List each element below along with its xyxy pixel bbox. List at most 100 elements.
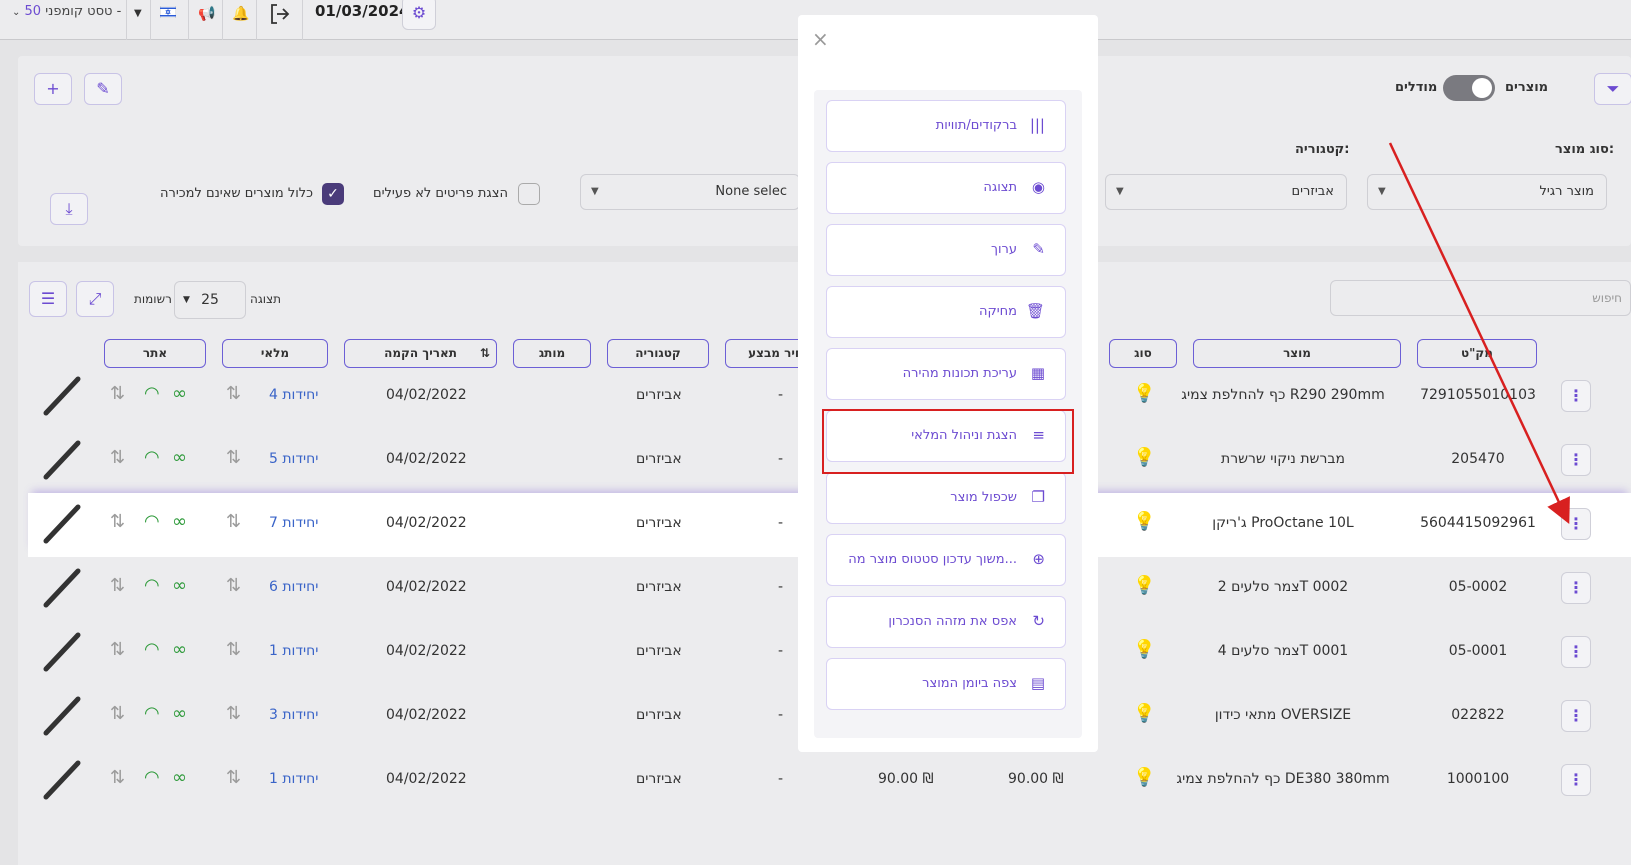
chevron-down-icon: ⌄ [12, 7, 21, 18]
sync-arrows-icon[interactable]: ⇅ [110, 767, 125, 788]
created-date-value: 04/02/2022 [386, 579, 467, 595]
brand-select[interactable]: ▼ None selec [580, 174, 800, 210]
product-name[interactable]: צמר סלעים 2T 0002 [1168, 579, 1398, 595]
rss-icon[interactable]: ◠ [144, 575, 160, 596]
row-actions-button[interactable]: ⋮ [1561, 636, 1591, 668]
stock-value[interactable]: 1 יחידות [269, 771, 318, 787]
sync-arrows-icon[interactable]: ⇅ [110, 639, 125, 660]
column-header-product[interactable]: מוצר [1193, 339, 1401, 368]
sort-icon[interactable]: ⇅ [480, 340, 490, 367]
sync-arrows-icon[interactable]: ⇅ [226, 639, 241, 660]
column-header-brand[interactable]: מותג [513, 339, 591, 368]
sync-arrows-icon[interactable]: ⇅ [110, 511, 125, 532]
link-icon[interactable]: ∞ [172, 575, 187, 596]
caret-down-icon[interactable]: ▼ [134, 8, 142, 19]
product-name[interactable]: ג'ריקן ProOctane 10L [1168, 515, 1398, 531]
export-button[interactable]: ⤓ [50, 193, 88, 225]
divider [256, 0, 257, 40]
add-button[interactable]: + [34, 73, 72, 105]
row-actions-button[interactable]: ⋮ [1561, 572, 1591, 604]
sync-arrows-icon[interactable]: ⇅ [226, 383, 241, 404]
column-header-category[interactable]: קטגוריה [607, 339, 709, 368]
menu-item-reset-sync[interactable]: ↻ אפס את מזהה הסנכרון [826, 596, 1066, 648]
edit-button[interactable]: ✎ [84, 73, 122, 105]
divider [126, 0, 127, 40]
sync-arrows-icon[interactable]: ⇅ [226, 767, 241, 788]
column-header-site[interactable]: אתר [104, 339, 206, 368]
column-header-type[interactable]: סוג [1109, 339, 1177, 368]
show-inactive-checkbox[interactable] [518, 183, 540, 205]
menu-item-product-log[interactable]: ▤ צפה ביומן המוצר [826, 658, 1066, 710]
filter-button[interactable]: ⏷ [1594, 73, 1631, 105]
company-selector[interactable]: ⌄ 50 טסט קומפני - [12, 4, 121, 19]
category-value: אביזרים [636, 451, 682, 467]
menu-item-quick-edit[interactable]: ▦ עריכת תכונות מהירה [826, 348, 1066, 400]
product-thumbnail [38, 627, 88, 677]
sync-arrows-icon[interactable]: ⇅ [226, 575, 241, 596]
link-icon[interactable]: ∞ [172, 447, 187, 468]
link-icon[interactable]: ∞ [172, 703, 187, 724]
row-actions-button[interactable]: ⋮ [1561, 700, 1591, 732]
row-actions-button[interactable]: ⋮ [1561, 764, 1591, 796]
menu-item-pull-status[interactable]: ⊕ משוך עדכון סטטוס מוצר מה... [826, 534, 1066, 586]
column-list-button[interactable]: ☰ [29, 281, 67, 317]
link-icon[interactable]: ∞ [172, 383, 187, 404]
category-select[interactable]: ▼ אביזרים [1105, 174, 1347, 210]
link-icon[interactable]: ∞ [172, 767, 187, 788]
sync-arrows-icon[interactable]: ⇅ [226, 511, 241, 532]
sync-arrows-icon[interactable]: ⇅ [110, 703, 125, 724]
menu-item-edit[interactable]: ✎ ערוך [826, 224, 1066, 276]
rss-icon[interactable]: ◠ [144, 511, 160, 532]
link-icon[interactable]: ∞ [172, 639, 187, 660]
product-name[interactable]: כף להחלפת צמיג R290 290mm [1168, 387, 1398, 403]
stock-value[interactable]: 7 יחידות [269, 515, 318, 531]
document-icon: ▤ [1030, 674, 1045, 692]
rss-icon[interactable]: ◠ [144, 447, 160, 468]
column-header-stock[interactable]: מלאי [222, 339, 328, 368]
israel-flag-icon[interactable] [159, 5, 177, 22]
include-not-for-sale-checkbox[interactable]: ✓ [322, 183, 344, 205]
sync-arrows-icon[interactable]: ⇅ [110, 575, 125, 596]
page-size-select[interactable]: ▼ 25 [174, 281, 246, 319]
rss-icon[interactable]: ◠ [144, 703, 160, 724]
stock-value[interactable]: 4 יחידות [269, 387, 318, 403]
menu-item-view[interactable]: ◉ תצוגה [826, 162, 1066, 214]
megaphone-icon[interactable]: 📢 [198, 6, 215, 22]
sku-value: 05-0002 [1448, 579, 1508, 595]
product-name[interactable]: מברשת ניקוי שרשרת [1168, 451, 1398, 467]
rss-icon[interactable]: ◠ [144, 767, 160, 788]
products-models-toggle[interactable] [1443, 75, 1495, 101]
menu-item-delete[interactable]: 🗑 מחיקה [826, 286, 1066, 338]
close-icon[interactable]: × [812, 27, 829, 51]
product-name[interactable]: צמר סלעים 4T 0001 [1168, 643, 1398, 659]
sync-arrows-icon[interactable]: ⇅ [110, 447, 125, 468]
bell-icon[interactable]: 🔔 [232, 6, 249, 22]
more-vertical-icon: ⋮ [1568, 642, 1584, 661]
current-date: 01/03/2024 [315, 2, 410, 20]
rss-icon[interactable]: ◠ [144, 383, 160, 404]
sale-price-value: - [778, 771, 784, 787]
sale-price-value: - [778, 707, 784, 723]
product-thumbnail [38, 435, 88, 485]
stock-value[interactable]: 6 יחידות [269, 579, 318, 595]
sync-arrows-icon[interactable]: ⇅ [110, 383, 125, 404]
product-name[interactable]: מתאי כידון OVERSIZE [1168, 707, 1398, 723]
rss-icon[interactable]: ◠ [144, 639, 160, 660]
table-row[interactable]: ∞ ◠ ⇅ 1 יחידות ⇅ 04/02/2022 אביזרים - 90.00 ₪ 90.… [28, 749, 1631, 813]
trash-icon: 🗑 [1025, 302, 1045, 320]
product-thumbnail [38, 371, 88, 421]
link-icon[interactable]: ∞ [172, 511, 187, 532]
column-header-created-date[interactable]: תאריך הקמה ⇅ [344, 339, 497, 368]
expand-button[interactable]: ⤢ [76, 281, 114, 317]
menu-item-barcodes[interactable]: ||| ברקודים/תוויות [826, 100, 1066, 152]
stock-value[interactable]: 3 יחידות [269, 707, 318, 723]
menu-item-duplicate[interactable]: ❐ שכפול מוצר [826, 472, 1066, 524]
stock-value[interactable]: 5 יחידות [269, 451, 318, 467]
logout-icon[interactable] [268, 2, 292, 30]
more-vertical-icon: ⋮ [1568, 578, 1584, 597]
sync-arrows-icon[interactable]: ⇅ [226, 703, 241, 724]
stock-value[interactable]: 1 יחידות [269, 643, 318, 659]
product-name[interactable]: כף להחלפת צמיג DE380 380mm [1168, 771, 1398, 787]
user-settings-icon[interactable]: ⚙ [402, 0, 436, 30]
sync-arrows-icon[interactable]: ⇅ [226, 447, 241, 468]
